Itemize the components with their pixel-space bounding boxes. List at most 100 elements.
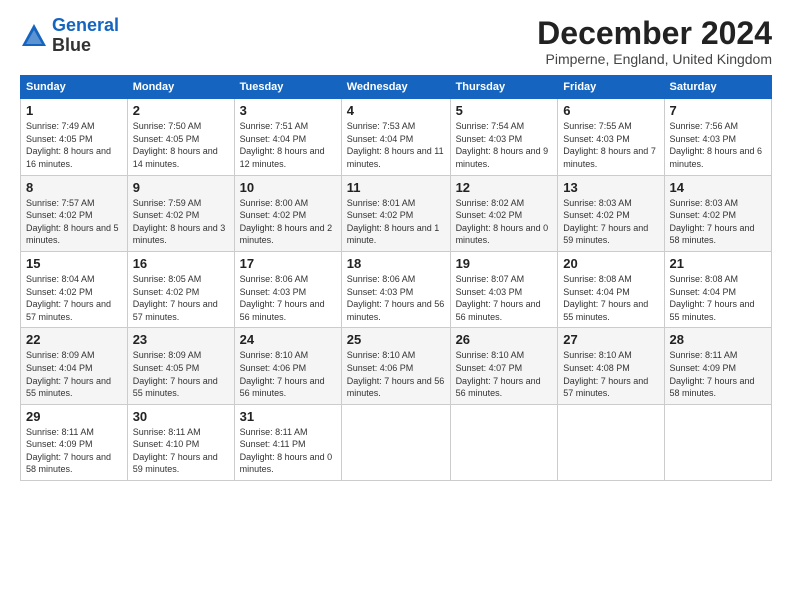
calendar-cell: 19 Sunrise: 8:07 AM Sunset: 4:03 PM Dayl…: [450, 251, 558, 327]
calendar-week-row: 15 Sunrise: 8:04 AM Sunset: 4:02 PM Dayl…: [21, 251, 772, 327]
calendar-cell: 26 Sunrise: 8:10 AM Sunset: 4:07 PM Dayl…: [450, 328, 558, 404]
day-number: 9: [133, 180, 229, 195]
day-info: Sunrise: 8:10 AM Sunset: 4:07 PM Dayligh…: [456, 349, 553, 399]
day-number: 22: [26, 332, 122, 347]
month-title: December 2024: [537, 16, 772, 51]
day-number: 6: [563, 103, 658, 118]
day-number: 14: [670, 180, 767, 195]
day-number: 30: [133, 409, 229, 424]
day-info: Sunrise: 8:08 AM Sunset: 4:04 PM Dayligh…: [563, 273, 658, 323]
day-number: 24: [240, 332, 336, 347]
day-info: Sunrise: 7:54 AM Sunset: 4:03 PM Dayligh…: [456, 120, 553, 170]
col-friday: Friday: [558, 76, 664, 99]
logo-text: General Blue: [52, 16, 119, 56]
day-number: 28: [670, 332, 767, 347]
day-number: 19: [456, 256, 553, 271]
col-monday: Monday: [127, 76, 234, 99]
calendar-cell: 15 Sunrise: 8:04 AM Sunset: 4:02 PM Dayl…: [21, 251, 128, 327]
calendar-cell: 20 Sunrise: 8:08 AM Sunset: 4:04 PM Dayl…: [558, 251, 664, 327]
calendar-cell: 9 Sunrise: 7:59 AM Sunset: 4:02 PM Dayli…: [127, 175, 234, 251]
calendar-cell: 23 Sunrise: 8:09 AM Sunset: 4:05 PM Dayl…: [127, 328, 234, 404]
day-number: 10: [240, 180, 336, 195]
day-number: 25: [347, 332, 445, 347]
calendar-cell: 16 Sunrise: 8:05 AM Sunset: 4:02 PM Dayl…: [127, 251, 234, 327]
calendar-cell: 17 Sunrise: 8:06 AM Sunset: 4:03 PM Dayl…: [234, 251, 341, 327]
day-info: Sunrise: 8:10 AM Sunset: 4:06 PM Dayligh…: [240, 349, 336, 399]
calendar-cell: 5 Sunrise: 7:54 AM Sunset: 4:03 PM Dayli…: [450, 99, 558, 175]
day-info: Sunrise: 8:05 AM Sunset: 4:02 PM Dayligh…: [133, 273, 229, 323]
calendar-cell: [341, 404, 450, 480]
calendar-cell: 3 Sunrise: 7:51 AM Sunset: 4:04 PM Dayli…: [234, 99, 341, 175]
calendar-cell: 18 Sunrise: 8:06 AM Sunset: 4:03 PM Dayl…: [341, 251, 450, 327]
day-info: Sunrise: 8:09 AM Sunset: 4:04 PM Dayligh…: [26, 349, 122, 399]
calendar-cell: 2 Sunrise: 7:50 AM Sunset: 4:05 PM Dayli…: [127, 99, 234, 175]
calendar-cell: 13 Sunrise: 8:03 AM Sunset: 4:02 PM Dayl…: [558, 175, 664, 251]
day-number: 17: [240, 256, 336, 271]
day-info: Sunrise: 8:11 AM Sunset: 4:09 PM Dayligh…: [26, 426, 122, 476]
day-number: 29: [26, 409, 122, 424]
day-info: Sunrise: 7:59 AM Sunset: 4:02 PM Dayligh…: [133, 197, 229, 247]
day-info: Sunrise: 8:03 AM Sunset: 4:02 PM Dayligh…: [563, 197, 658, 247]
day-info: Sunrise: 8:02 AM Sunset: 4:02 PM Dayligh…: [456, 197, 553, 247]
day-info: Sunrise: 7:57 AM Sunset: 4:02 PM Dayligh…: [26, 197, 122, 247]
day-info: Sunrise: 8:01 AM Sunset: 4:02 PM Dayligh…: [347, 197, 445, 247]
calendar-week-row: 22 Sunrise: 8:09 AM Sunset: 4:04 PM Dayl…: [21, 328, 772, 404]
calendar-cell: 29 Sunrise: 8:11 AM Sunset: 4:09 PM Dayl…: [21, 404, 128, 480]
calendar-week-row: 1 Sunrise: 7:49 AM Sunset: 4:05 PM Dayli…: [21, 99, 772, 175]
calendar-cell: [558, 404, 664, 480]
day-info: Sunrise: 8:07 AM Sunset: 4:03 PM Dayligh…: [456, 273, 553, 323]
calendar-cell: 10 Sunrise: 8:00 AM Sunset: 4:02 PM Dayl…: [234, 175, 341, 251]
day-number: 7: [670, 103, 767, 118]
day-info: Sunrise: 7:56 AM Sunset: 4:03 PM Dayligh…: [670, 120, 767, 170]
calendar-cell: 14 Sunrise: 8:03 AM Sunset: 4:02 PM Dayl…: [664, 175, 772, 251]
day-info: Sunrise: 8:10 AM Sunset: 4:06 PM Dayligh…: [347, 349, 445, 399]
calendar-header-row: Sunday Monday Tuesday Wednesday Thursday…: [21, 76, 772, 99]
calendar-cell: 21 Sunrise: 8:08 AM Sunset: 4:04 PM Dayl…: [664, 251, 772, 327]
header: General Blue December 2024 Pimperne, Eng…: [20, 16, 772, 67]
calendar-week-row: 8 Sunrise: 7:57 AM Sunset: 4:02 PM Dayli…: [21, 175, 772, 251]
day-info: Sunrise: 8:04 AM Sunset: 4:02 PM Dayligh…: [26, 273, 122, 323]
day-info: Sunrise: 8:00 AM Sunset: 4:02 PM Dayligh…: [240, 197, 336, 247]
calendar-cell: 12 Sunrise: 8:02 AM Sunset: 4:02 PM Dayl…: [450, 175, 558, 251]
logo-icon: [20, 22, 48, 50]
page: General Blue December 2024 Pimperne, Eng…: [0, 0, 792, 612]
day-info: Sunrise: 7:53 AM Sunset: 4:04 PM Dayligh…: [347, 120, 445, 170]
day-number: 23: [133, 332, 229, 347]
calendar-cell: 25 Sunrise: 8:10 AM Sunset: 4:06 PM Dayl…: [341, 328, 450, 404]
calendar-cell: 28 Sunrise: 8:11 AM Sunset: 4:09 PM Dayl…: [664, 328, 772, 404]
day-number: 8: [26, 180, 122, 195]
location: Pimperne, England, United Kingdom: [537, 51, 772, 67]
day-info: Sunrise: 7:49 AM Sunset: 4:05 PM Dayligh…: [26, 120, 122, 170]
calendar-week-row: 29 Sunrise: 8:11 AM Sunset: 4:09 PM Dayl…: [21, 404, 772, 480]
col-saturday: Saturday: [664, 76, 772, 99]
calendar-cell: 4 Sunrise: 7:53 AM Sunset: 4:04 PM Dayli…: [341, 99, 450, 175]
calendar-cell: [664, 404, 772, 480]
day-number: 26: [456, 332, 553, 347]
day-number: 13: [563, 180, 658, 195]
day-number: 4: [347, 103, 445, 118]
logo-area: General Blue: [20, 16, 119, 56]
day-info: Sunrise: 8:11 AM Sunset: 4:11 PM Dayligh…: [240, 426, 336, 476]
day-number: 3: [240, 103, 336, 118]
day-info: Sunrise: 7:50 AM Sunset: 4:05 PM Dayligh…: [133, 120, 229, 170]
day-info: Sunrise: 8:11 AM Sunset: 4:09 PM Dayligh…: [670, 349, 767, 399]
day-info: Sunrise: 8:03 AM Sunset: 4:02 PM Dayligh…: [670, 197, 767, 247]
day-info: Sunrise: 8:06 AM Sunset: 4:03 PM Dayligh…: [240, 273, 336, 323]
day-number: 21: [670, 256, 767, 271]
day-number: 31: [240, 409, 336, 424]
day-info: Sunrise: 8:08 AM Sunset: 4:04 PM Dayligh…: [670, 273, 767, 323]
calendar-cell: 8 Sunrise: 7:57 AM Sunset: 4:02 PM Dayli…: [21, 175, 128, 251]
day-number: 1: [26, 103, 122, 118]
day-info: Sunrise: 7:55 AM Sunset: 4:03 PM Dayligh…: [563, 120, 658, 170]
calendar-cell: 6 Sunrise: 7:55 AM Sunset: 4:03 PM Dayli…: [558, 99, 664, 175]
day-info: Sunrise: 8:11 AM Sunset: 4:10 PM Dayligh…: [133, 426, 229, 476]
day-number: 11: [347, 180, 445, 195]
day-info: Sunrise: 8:10 AM Sunset: 4:08 PM Dayligh…: [563, 349, 658, 399]
col-tuesday: Tuesday: [234, 76, 341, 99]
day-info: Sunrise: 8:06 AM Sunset: 4:03 PM Dayligh…: [347, 273, 445, 323]
calendar-table: Sunday Monday Tuesday Wednesday Thursday…: [20, 75, 772, 481]
calendar-cell: 7 Sunrise: 7:56 AM Sunset: 4:03 PM Dayli…: [664, 99, 772, 175]
day-number: 15: [26, 256, 122, 271]
day-number: 18: [347, 256, 445, 271]
day-number: 12: [456, 180, 553, 195]
